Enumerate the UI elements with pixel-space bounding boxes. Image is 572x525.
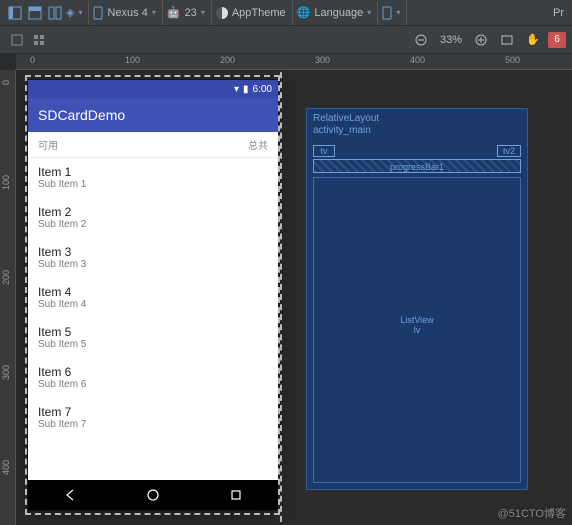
- vertical-guide: [280, 70, 282, 525]
- recent-icon[interactable]: [229, 488, 243, 502]
- list-item-title: Item 3: [38, 245, 268, 259]
- api-level: 23: [185, 7, 197, 19]
- header-left: 可用: [38, 137, 58, 152]
- list-item[interactable]: Item 3Sub Item 3: [28, 238, 278, 278]
- main-toolbar: ◈▾ Nexus 4▾ 🤖 23▾ AppTheme 🌐 Language▾ ▾…: [0, 0, 572, 26]
- list-item[interactable]: Item 7Sub Item 7: [28, 398, 278, 438]
- list-item-sub: Sub Item 7: [38, 419, 268, 430]
- list-item-sub: Sub Item 2: [38, 219, 268, 230]
- header-right: 总共: [248, 137, 268, 152]
- language-label: Language: [314, 7, 363, 19]
- list-item[interactable]: Item 2Sub Item 2: [28, 198, 278, 238]
- home-icon[interactable]: [146, 488, 160, 502]
- bp-tv2[interactable]: tv2: [497, 145, 521, 157]
- design-surface: 0100200300400500 0100200300400 ▾ ▮ 6:00 …: [0, 54, 572, 525]
- phone-icon: [93, 6, 103, 20]
- theme-icon: [216, 7, 228, 19]
- bp-root-type: RelativeLayout: [313, 113, 379, 124]
- status-time: 6:00: [253, 84, 272, 95]
- bp-listview-id: lv: [314, 325, 520, 335]
- tool-dropdown[interactable]: ◈▾: [66, 6, 82, 19]
- device-name: Nexus 4: [107, 7, 147, 19]
- diamond-icon: ◈: [66, 6, 74, 19]
- list-item[interactable]: Item 4Sub Item 4: [28, 278, 278, 318]
- app-title: SDCardDemo: [38, 107, 125, 123]
- status-bar: ▾ ▮ 6:00: [28, 80, 278, 98]
- list-item[interactable]: Item 6Sub Item 6: [28, 358, 278, 398]
- phone-icon: [382, 6, 392, 20]
- navigation-bar: [28, 480, 278, 510]
- list-item[interactable]: Item 5Sub Item 5: [28, 318, 278, 358]
- watermark: @51CTO博客: [498, 505, 566, 521]
- list-item-title: Item 6: [38, 365, 268, 379]
- view-mode-1-icon[interactable]: [6, 4, 24, 22]
- list-item-title: Item 1: [38, 165, 268, 179]
- bp-listview[interactable]: ListView lv: [313, 177, 521, 483]
- list-item-sub: Sub Item 3: [38, 259, 268, 270]
- device-preview: ▾ ▮ 6:00 SDCardDemo 可用 总共 Item 1Sub Item…: [28, 80, 278, 510]
- listview-preview: Item 1Sub Item 1Item 2Sub Item 2Item 3Su…: [28, 158, 278, 438]
- blueprint-view[interactable]: RelativeLayout activity_main tv tv2 prog…: [306, 108, 528, 490]
- bp-progressbar[interactable]: progressBar1: [313, 159, 521, 173]
- language-selector[interactable]: 🌐 Language▾: [297, 6, 372, 19]
- zoom-level: 33%: [436, 34, 466, 46]
- list-item[interactable]: Item 1Sub Item 1: [28, 158, 278, 198]
- pan-button[interactable]: ✋: [522, 30, 544, 50]
- list-item-sub: Sub Item 1: [38, 179, 268, 190]
- list-item-sub: Sub Item 6: [38, 379, 268, 390]
- view-mode-2-icon[interactable]: [26, 4, 44, 22]
- sub-toolbar: 33% ✋ 6: [0, 26, 572, 54]
- battery-icon: ▮: [243, 84, 249, 95]
- wifi-icon: ▾: [234, 84, 239, 95]
- back-icon[interactable]: [63, 488, 77, 502]
- device-selector[interactable]: Nexus 4▾: [93, 6, 155, 20]
- list-item-sub: Sub Item 4: [38, 299, 268, 310]
- android-icon: 🤖: [167, 6, 181, 19]
- list-item-title: Item 7: [38, 405, 268, 419]
- variant-selector[interactable]: ▾: [382, 6, 400, 20]
- list-item-sub: Sub Item 5: [38, 339, 268, 350]
- theme-selector[interactable]: AppTheme: [216, 7, 286, 19]
- theme-name: AppTheme: [232, 7, 286, 19]
- list-item-title: Item 2: [38, 205, 268, 219]
- error-count-badge[interactable]: 6: [548, 32, 566, 48]
- app-bar: SDCardDemo: [28, 98, 278, 132]
- header-row: 可用 总共: [28, 132, 278, 158]
- zoom-out-button[interactable]: [410, 30, 432, 50]
- bp-tv[interactable]: tv: [313, 145, 335, 157]
- zoom-in-button[interactable]: [470, 30, 492, 50]
- right-marker: Pr: [553, 7, 566, 19]
- vertical-ruler: 0100200300400: [0, 70, 16, 525]
- bp-listview-type: ListView: [314, 315, 520, 325]
- horizontal-ruler: 0100200300400500: [16, 54, 572, 70]
- grid-button[interactable]: [28, 30, 50, 50]
- list-item-title: Item 5: [38, 325, 268, 339]
- view-mode-3-icon[interactable]: [46, 4, 64, 22]
- api-selector[interactable]: 🤖 23▾: [167, 6, 205, 19]
- bp-root-id: activity_main: [313, 125, 371, 136]
- fit-button[interactable]: [496, 30, 518, 50]
- list-item-title: Item 4: [38, 285, 268, 299]
- canvas[interactable]: ▾ ▮ 6:00 SDCardDemo 可用 总共 Item 1Sub Item…: [16, 70, 572, 525]
- globe-icon: 🌐: [297, 6, 311, 19]
- select-button[interactable]: [6, 30, 28, 50]
